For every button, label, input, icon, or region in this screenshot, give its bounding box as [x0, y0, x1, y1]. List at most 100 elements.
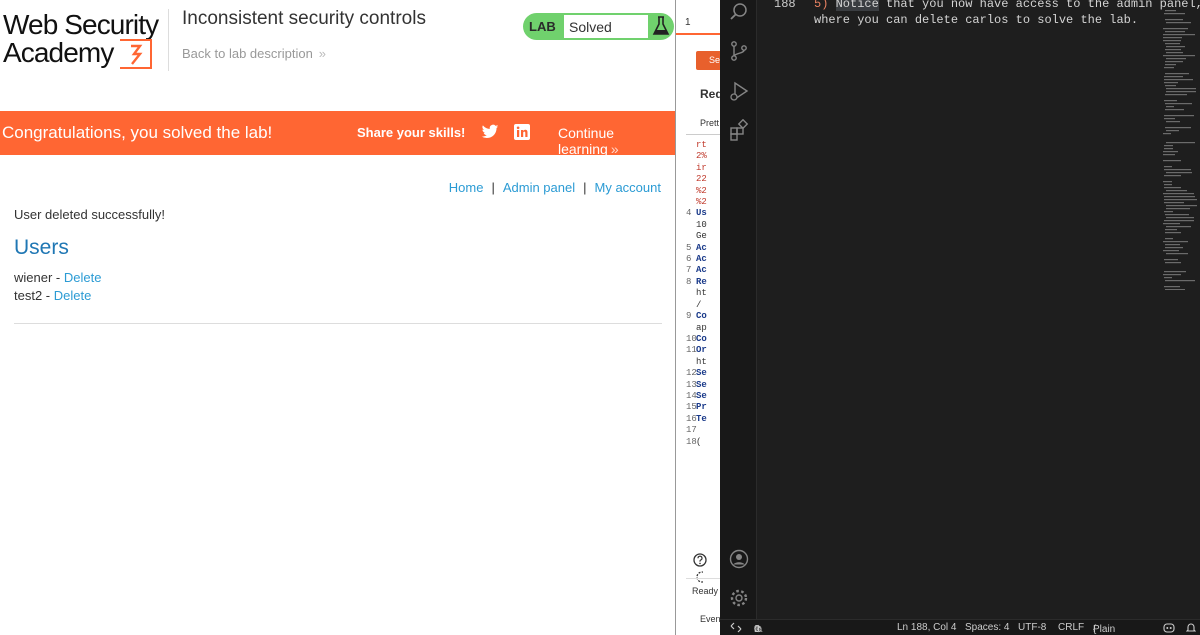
code-line-text: Co — [696, 333, 707, 344]
nav-separator: | — [583, 180, 587, 195]
burp-bottom-icons — [693, 553, 720, 587]
screen: Web Security Academy Inconsistent securi… — [0, 0, 1200, 635]
delete-user-link[interactable]: Delete — [54, 288, 92, 303]
code-line: 11Or — [686, 345, 707, 356]
burp-repeater-panel: 1 Se Req Prett rt 2% ir 22 %2 %2 4 Us 10 Ge 5 Ac 6 Ac… — [676, 0, 720, 635]
code-line: %2 — [686, 186, 707, 197]
minimap-line — [1165, 85, 1176, 87]
minimap-line — [1163, 241, 1188, 243]
delete-user-link[interactable]: Delete — [64, 270, 102, 285]
continue-learning-link[interactable]: Continue learning» — [558, 125, 675, 157]
minimap-line — [1165, 238, 1173, 240]
minimap-line — [1163, 37, 1182, 39]
minimap-line — [1164, 82, 1178, 84]
code-line-text: %2 — [696, 197, 707, 208]
code-line-text: Co — [696, 311, 707, 322]
minimap-line — [1165, 262, 1181, 264]
status-message: User deleted successfully! — [14, 207, 166, 222]
academy-logo[interactable]: Web Security Academy — [3, 9, 168, 73]
code-line-text: Us — [696, 208, 707, 219]
minimap-line — [1165, 64, 1176, 66]
minimap[interactable] — [1163, 10, 1199, 291]
help-icon[interactable] — [693, 553, 707, 570]
minimap-line — [1164, 79, 1193, 81]
eol-setting[interactable]: CRLF — [1058, 622, 1084, 633]
code-line: 10 — [686, 220, 707, 231]
repeater-tab[interactable]: 1 — [685, 17, 691, 28]
pretty-tab[interactable]: Prett — [700, 118, 719, 128]
indentation-setting[interactable]: Spaces: 4 — [965, 622, 1009, 633]
code-line-text: Ge — [696, 231, 707, 242]
minimap-line — [1164, 148, 1173, 150]
code-line-text: Se — [696, 379, 707, 390]
minimap-line — [1166, 208, 1190, 210]
minimap-line — [1164, 202, 1184, 204]
code-line-number: 6 — [686, 254, 692, 265]
list-number: 5) — [814, 0, 829, 11]
editor-line-188[interactable]: 5) Notice that you now have access to th… — [814, 0, 1200, 11]
back-link-label: Back to lab description — [182, 46, 313, 61]
editor-line-wrap[interactable]: where you can delete carlos to solve the… — [814, 13, 1138, 27]
code-line-number: 9 — [686, 311, 692, 322]
request-editor[interactable]: rt 2% ir 22 %2 %2 4 Us 10 Ge 5 Ac 6 Ac 7 Ac 8 Re ht/9 Co ap 1… — [686, 140, 707, 448]
minimap-line — [1165, 73, 1189, 75]
nav-my-account-link[interactable]: My account — [595, 180, 661, 195]
content-divider — [14, 323, 662, 324]
twitter-icon[interactable] — [481, 124, 499, 140]
run-debug-icon[interactable] — [728, 80, 750, 102]
minimap-line — [1164, 175, 1181, 177]
minimap-line — [1165, 229, 1177, 231]
minimap-line — [1165, 43, 1180, 45]
nav-separator: | — [491, 180, 495, 195]
cursor-position[interactable]: Ln 188, Col 4 — [897, 622, 957, 633]
minimap-line — [1165, 103, 1192, 105]
code-line: 4 Us — [686, 208, 707, 219]
minimap-line — [1163, 181, 1172, 183]
account-icon[interactable] — [728, 548, 750, 570]
lab-title: Inconsistent security controls — [182, 8, 426, 29]
notifications-bell-icon[interactable] — [1185, 622, 1197, 635]
source-control-icon[interactable] — [728, 40, 750, 62]
nav-admin-panel-link[interactable]: Admin panel — [503, 180, 575, 195]
minimap-line — [1163, 34, 1195, 36]
settings-icon[interactable] — [693, 571, 708, 587]
user-row: wiener - Delete — [14, 270, 101, 285]
minimap-line — [1163, 193, 1194, 195]
minimap-line — [1164, 199, 1197, 201]
encoding-setting[interactable]: UTF-8 — [1018, 622, 1046, 633]
code-line: 14Se — [686, 391, 707, 402]
lab-tag: LAB — [529, 19, 556, 34]
linkedin-icon[interactable] — [514, 124, 530, 140]
minimap-line — [1164, 145, 1173, 147]
event-log-label[interactable]: Even — [700, 614, 720, 624]
minimap-line — [1164, 286, 1180, 288]
code-line: 10Co — [686, 334, 707, 345]
code-line: 22 — [686, 174, 707, 185]
back-to-description-link[interactable]: Back to lab description » — [182, 46, 326, 61]
extensions-icon[interactable] — [728, 118, 750, 141]
minimap-line — [1166, 142, 1195, 144]
minimap-line — [1165, 10, 1176, 12]
code-line-text: Ac — [696, 265, 707, 276]
copilot-icon[interactable] — [1163, 622, 1175, 635]
code-line: ir — [686, 163, 707, 174]
nav-home-link[interactable]: Home — [449, 180, 484, 195]
manage-gear-icon[interactable] — [728, 587, 750, 609]
code-line: 8 Re — [686, 277, 707, 288]
send-button[interactable]: Se — [696, 51, 720, 70]
code-line: 9 Co — [686, 311, 707, 322]
lab-status-text: Solved — [564, 15, 648, 38]
editor-pane[interactable]: 188 5) Notice that you now have access t… — [758, 0, 1200, 619]
code-line-number: 5 — [686, 242, 692, 253]
code-line: ap — [686, 323, 707, 334]
code-line-number: 13 — [686, 379, 697, 390]
minimap-line — [1163, 40, 1181, 42]
search-icon[interactable] — [728, 1, 750, 23]
minimap-line — [1164, 259, 1178, 261]
ready-status: Ready — [692, 586, 719, 596]
top-nav: Home | Admin panel | My account — [449, 180, 661, 195]
code-line: rt — [686, 140, 707, 151]
remote-icon[interactable] — [730, 622, 742, 635]
status-bar: ⊗ 0 ⚠ 0 Ln 188, Col 4 Spaces: 4 UTF-8 CR… — [720, 619, 1200, 635]
code-line: 13Se — [686, 380, 707, 391]
